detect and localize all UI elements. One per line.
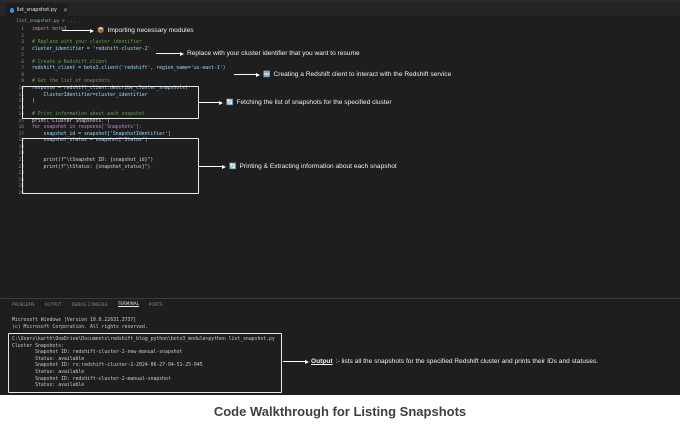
line-number: 17 bbox=[18, 131, 24, 137]
line-number: 23 bbox=[18, 171, 24, 177]
arrow-line bbox=[199, 102, 219, 103]
annotation-replace-text: Replace with your cluster identifier tha… bbox=[187, 50, 360, 57]
line-number: 16 bbox=[18, 125, 24, 131]
line-number: 11 bbox=[18, 92, 24, 98]
highlight-box-fetch bbox=[22, 86, 199, 119]
tab-list-snapshot[interactable]: list_snapshot.py ✕ bbox=[6, 3, 68, 17]
annotation-import: 📦 Importing necessary modules bbox=[62, 27, 194, 34]
arrow-line bbox=[234, 74, 256, 75]
arrow-line bbox=[199, 166, 222, 167]
panel-tab-ports[interactable]: PORTS bbox=[149, 302, 163, 307]
panel-tab-debug-console[interactable]: DEBUG CONSOLE bbox=[72, 302, 108, 307]
figure-caption: Code Walkthrough for Listing Snapshots bbox=[213, 404, 467, 419]
line-number: 12 bbox=[18, 99, 24, 105]
terminal-line: Microsoft Windows [Version 10.0.22631.37… bbox=[12, 318, 137, 323]
code-line[interactable]: # Replace with your cluster identifier bbox=[32, 40, 142, 46]
panel-tab-terminal[interactable]: TERMINAL bbox=[117, 301, 140, 307]
line-number: 14 bbox=[18, 112, 24, 118]
annotation-fetch: 🔄 Fetching the list of snapshots for the… bbox=[199, 99, 392, 106]
code-line[interactable]: cluster_identifier = 'redshift-cluster-2… bbox=[32, 47, 150, 53]
annotation-fetch-text: Fetching the list of snapshots for the s… bbox=[236, 99, 392, 106]
line-number: 9 bbox=[21, 79, 24, 85]
annotation-print: 🔄 Printing & Extracting information abou… bbox=[199, 163, 397, 170]
arrow-head-icon bbox=[219, 100, 223, 105]
refresh-icon: 🔄 bbox=[226, 100, 234, 106]
line-number: 2 bbox=[21, 33, 24, 39]
annotation-replace: Replace with your cluster identifier tha… bbox=[156, 50, 360, 57]
line-number: 22 bbox=[18, 164, 24, 170]
line-number: 5 bbox=[21, 53, 24, 59]
line-number: 3 bbox=[21, 40, 24, 46]
annotation-import-text: Importing necessary modules bbox=[107, 27, 194, 34]
code-line[interactable]: redshift_client = boto3.client('redshift… bbox=[32, 66, 226, 72]
arrow-line bbox=[156, 53, 180, 54]
line-number: 15 bbox=[18, 118, 24, 124]
line-number: 19 bbox=[18, 144, 24, 150]
annotation-output: Output :- lists all the snapshots for th… bbox=[283, 358, 598, 365]
line-number: 6 bbox=[21, 59, 24, 65]
line-number: 7 bbox=[21, 66, 24, 72]
line-number: 13 bbox=[18, 105, 24, 111]
code-line[interactable]: print("Cluster Snapshots:") bbox=[32, 119, 110, 125]
line-number: 21 bbox=[18, 158, 24, 163]
line-number: 18 bbox=[18, 138, 24, 144]
tab-label: list_snapshot.py bbox=[16, 7, 57, 13]
arrow-head-icon bbox=[90, 28, 94, 33]
panel-tabs: PROBLEMS OUTPUT DEBUG CONSOLE TERMINAL PORTS bbox=[12, 299, 163, 309]
line-number: 26 bbox=[18, 190, 24, 196]
python-file-icon bbox=[10, 7, 14, 13]
arrow-head-icon bbox=[305, 359, 309, 364]
annotation-client-text: Creating a Redshift client to interact w… bbox=[273, 71, 452, 78]
tab-bar: list_snapshot.py ✕ bbox=[0, 0, 680, 17]
output-label: Output bbox=[311, 358, 333, 365]
arrow-head-icon bbox=[180, 51, 184, 56]
annotation-print-text: Printing & Extracting information about … bbox=[239, 163, 397, 170]
line-number: 8 bbox=[21, 72, 24, 78]
highlight-box-loop bbox=[22, 138, 199, 194]
package-icon: 📦 bbox=[97, 28, 105, 34]
panel-tab-problems[interactable]: PROBLEMS bbox=[12, 302, 35, 307]
code-line[interactable]: for snapshot in response['Snapshots']: bbox=[32, 125, 142, 131]
annotation-client: 🆕 Creating a Redshift client to interact… bbox=[234, 71, 451, 78]
code-line[interactable]: # Get the list of snapshots bbox=[32, 79, 110, 85]
line-number: 1 bbox=[21, 27, 24, 32]
refresh-icon: 🔄 bbox=[229, 164, 237, 170]
panel-tab-output[interactable]: OUTPUT bbox=[45, 302, 62, 307]
arrow-head-icon bbox=[256, 72, 260, 77]
output-annotation-text: :- lists all the snapshots for the speci… bbox=[335, 358, 599, 365]
highlight-box-output bbox=[8, 333, 282, 393]
arrow-line bbox=[62, 30, 90, 31]
close-icon[interactable]: ✕ bbox=[63, 7, 68, 14]
line-number: 4 bbox=[21, 46, 24, 52]
line-number: 20 bbox=[18, 151, 24, 157]
breadcrumb[interactable]: list_snapshot.py > ... bbox=[16, 19, 76, 27]
code-line[interactable]: # Create a Redshift client bbox=[32, 60, 107, 66]
new-icon: 🆕 bbox=[263, 72, 271, 78]
arrow-head-icon bbox=[222, 164, 226, 169]
title-strip bbox=[0, 0, 680, 2]
line-number: 25 bbox=[18, 184, 24, 190]
arrow-line bbox=[283, 361, 305, 362]
editor-window: list_snapshot.py ✕ list_snapshot.py > ..… bbox=[0, 0, 680, 395]
code-line[interactable]: snapshot_id = snapshot['SnapshotIdentifi… bbox=[32, 132, 171, 138]
line-number: 10 bbox=[18, 85, 24, 91]
terminal-line: (c) Microsoft Corporation. All rights re… bbox=[12, 324, 148, 330]
line-number: 24 bbox=[18, 177, 24, 183]
